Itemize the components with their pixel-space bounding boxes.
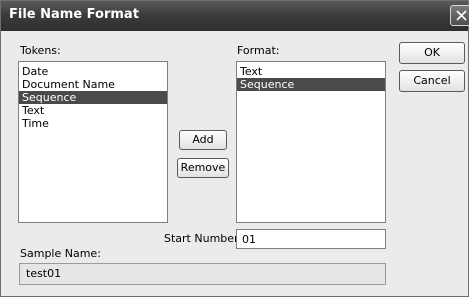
ok-button-label: OK (424, 46, 440, 59)
list-item[interactable]: Document Name (19, 78, 167, 91)
start-number-label: Start Number: (164, 232, 243, 245)
start-number-input[interactable] (236, 229, 386, 249)
close-button[interactable] (450, 5, 469, 26)
list-item[interactable]: Time (19, 117, 167, 130)
list-item[interactable]: Sequence (237, 78, 385, 91)
list-item[interactable]: Text (19, 104, 167, 117)
list-item[interactable]: Sequence (19, 91, 167, 104)
remove-button[interactable]: Remove (177, 158, 229, 178)
tokens-listbox[interactable]: Date Document Name Sequence Text Time (18, 61, 168, 223)
add-button[interactable]: Add (179, 130, 227, 150)
remove-button-label: Remove (180, 161, 226, 174)
cancel-button-label: Cancel (413, 74, 451, 87)
cancel-button[interactable]: Cancel (399, 70, 465, 92)
title-bar[interactable]: File Name Format (1, 1, 469, 31)
close-icon (456, 10, 467, 21)
dialog-title: File Name Format (9, 7, 139, 22)
add-button-label: Add (192, 133, 214, 146)
list-item[interactable]: Text (237, 65, 385, 78)
sample-name-label: Sample Name: (20, 247, 101, 260)
format-label: Format: (237, 44, 280, 57)
list-item[interactable]: Date (19, 65, 167, 78)
ok-button[interactable]: OK (399, 42, 465, 64)
sample-name-field: test01 (19, 263, 386, 285)
file-name-format-dialog: File Name Format Tokens: Date Document N… (0, 0, 469, 297)
format-listbox[interactable]: Text Sequence (236, 61, 386, 223)
tokens-label: Tokens: (20, 44, 61, 57)
sample-name-value: test01 (26, 267, 62, 280)
